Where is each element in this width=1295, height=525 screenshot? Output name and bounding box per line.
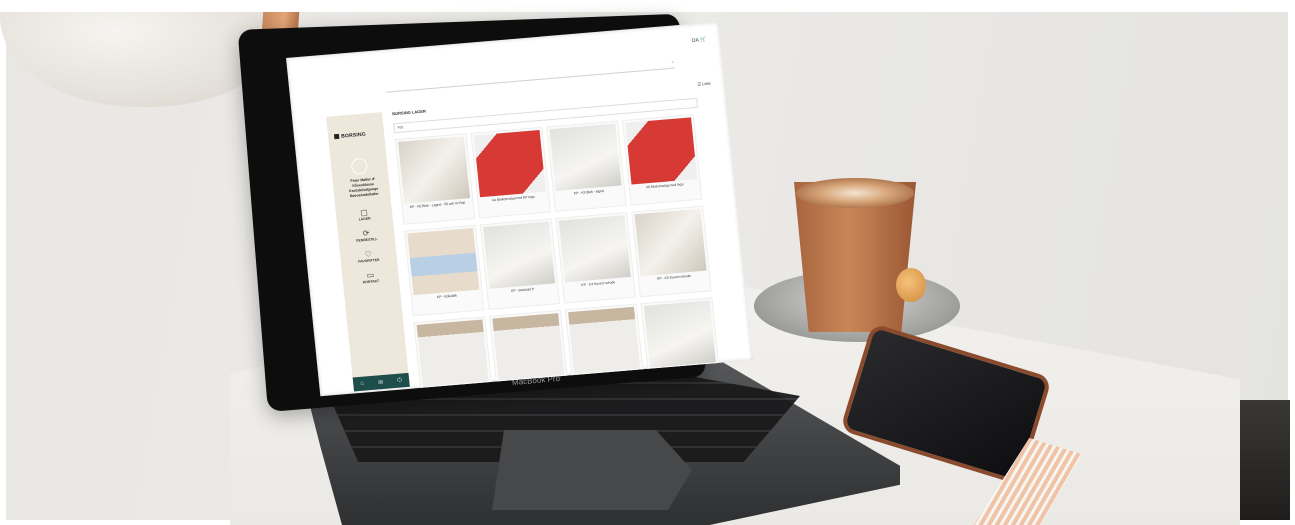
latte-art	[796, 178, 914, 208]
product-card[interactable]: A5 Blokomslag med logo	[621, 114, 703, 206]
search-icon[interactable]: ⌕	[671, 60, 674, 66]
product-image[interactable]	[398, 136, 471, 204]
product-card[interactable]: KP - C5 Kuvert m/rude	[631, 205, 712, 298]
product-card[interactable]: A4 Blokomslag med KP logo	[470, 126, 551, 219]
product-card[interactable]: KP - A3 Blok - lagret	[546, 120, 627, 213]
product-image[interactable]	[634, 208, 707, 277]
sidebar-item-label: GENBESTILL	[355, 236, 378, 243]
product-image[interactable]	[558, 215, 631, 283]
sidebar-footer: ⌂ ✉ ⏻	[352, 372, 410, 392]
brand-logo[interactable]: BORSING	[333, 131, 367, 141]
product-card[interactable]: KP - Boksklik	[404, 224, 485, 317]
mail-icon[interactable]: ✉	[378, 379, 384, 386]
product-image[interactable]	[643, 300, 716, 368]
sidebar-item-label: FAVORITTER	[358, 257, 380, 264]
product-image[interactable]	[416, 319, 489, 387]
sidebar-item-label: KONTAKT	[362, 278, 380, 285]
product-grid: KP - A5 Blok - Lagret - 50 ark m/ linje A…	[394, 114, 725, 397]
product-image[interactable]	[549, 123, 622, 191]
sidebar-nav: ▢ LAGER ⟳ GENBESTILL ♡ FAVORITTER ▭ KONT…	[336, 206, 400, 294]
coffee-cup	[746, 178, 966, 358]
product-image[interactable]	[473, 130, 546, 198]
product-image[interactable]	[625, 117, 698, 185]
search-input[interactable]: ⌕	[385, 59, 675, 93]
logo-mark-icon	[333, 134, 340, 140]
sidebar-item-lager[interactable]: ▢ LAGER	[336, 206, 393, 224]
laptop-trackpad	[492, 430, 692, 510]
product-card[interactable]: KP - C4 Kuvert m/rude	[555, 211, 636, 304]
product-image[interactable]	[568, 306, 641, 374]
sidebar-item-kontakt[interactable]: ▭ KONTAKT	[342, 268, 399, 286]
avatar[interactable]	[350, 157, 369, 175]
logo-text: BORSING	[340, 131, 367, 140]
photo-scene: MacBook Pro DA 🛒 ⌕ BORSING Peter Møller …	[0, 0, 1295, 525]
product-image[interactable]	[492, 313, 565, 381]
list-view-toggle[interactable]: ☰ Liste	[697, 81, 711, 87]
product-card[interactable]: KP - A5 Blok - Lagret - 50 ark m/ linje	[394, 133, 476, 225]
product-card[interactable]: KP - Bestsæt P	[479, 218, 561, 310]
home-icon[interactable]: ⌂	[360, 381, 364, 387]
cart-icon[interactable]: 🛒	[700, 37, 707, 43]
breadcrumb[interactable]: BORSING LAGER	[392, 108, 426, 116]
sidebar-item-label: LAGER	[358, 216, 371, 222]
product-image[interactable]	[407, 227, 480, 296]
laptop-screen: DA 🛒 ⌕ BORSING Peter Møller ✐ Kåsesklass…	[286, 21, 753, 397]
language-switch[interactable]: DA	[692, 37, 699, 44]
spoon	[896, 268, 926, 302]
product-image[interactable]	[483, 221, 556, 289]
sidebar-item-genbestill[interactable]: ⟳ GENBESTILL	[338, 227, 395, 245]
power-icon[interactable]: ⏻	[397, 377, 402, 384]
sidebar-item-favoritter[interactable]: ♡ FAVORITTER	[340, 247, 397, 265]
account-links: Peter Møller ✐ Kåsesklasse Kontakt/adgan…	[339, 176, 389, 200]
topbar: DA 🛒	[692, 37, 707, 44]
